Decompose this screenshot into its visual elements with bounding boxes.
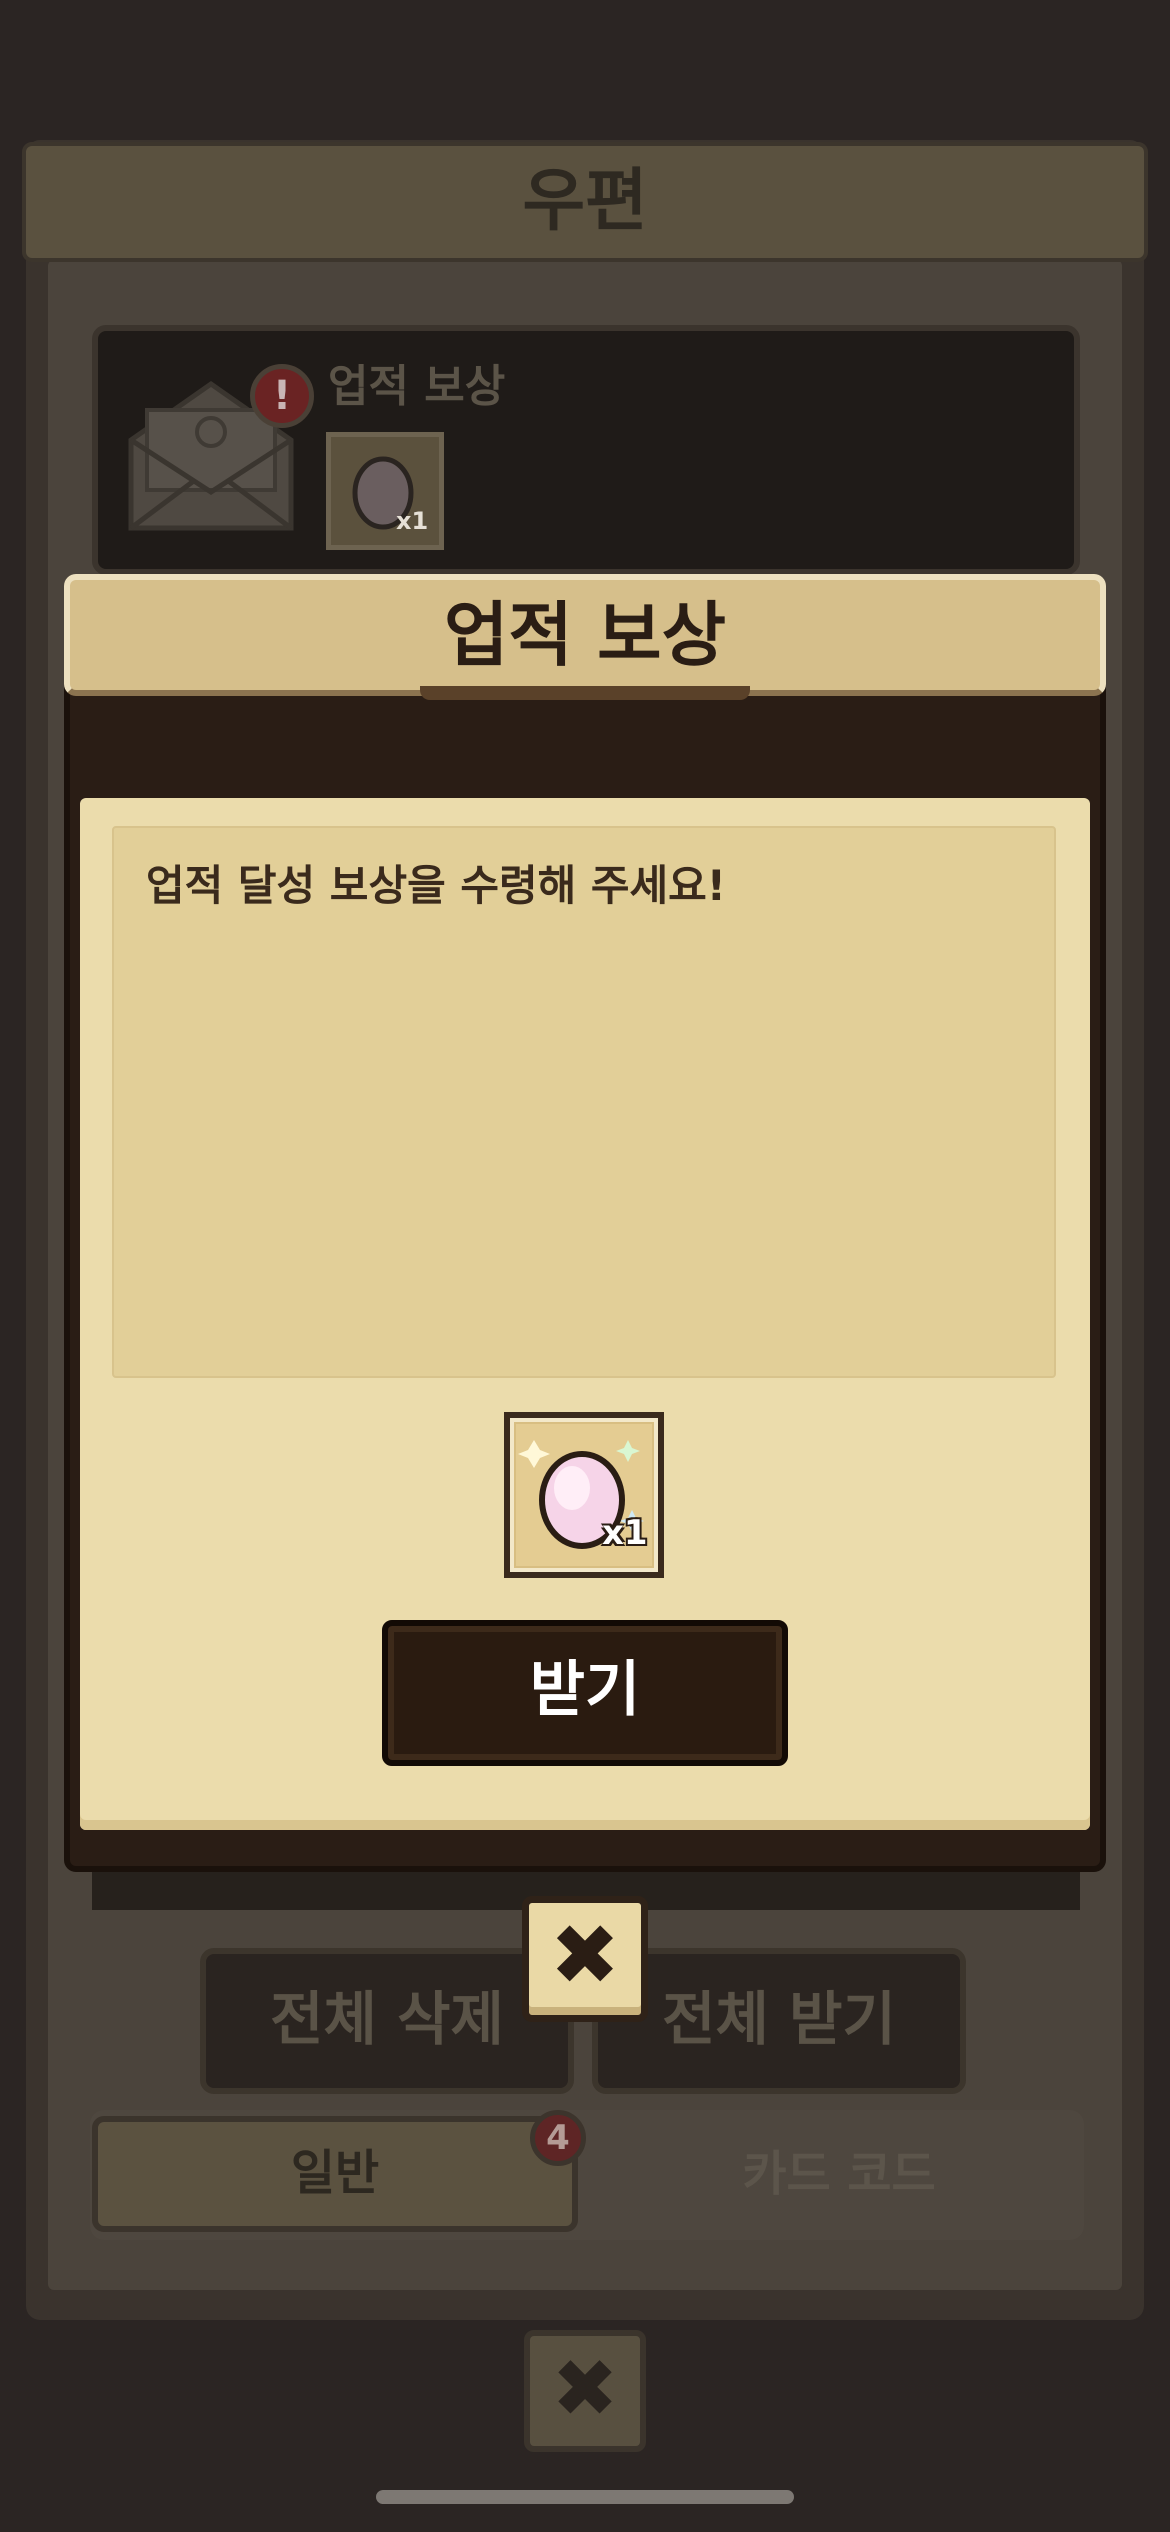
delete-all-button[interactable]: 전체 삭제 [200,1948,574,2094]
mail-reward-count: x1 [396,507,429,535]
modal-message: 업적 달성 보상을 수령해 주세요! [146,861,726,910]
mailbox-title: 우편 [522,162,648,241]
modal-title: 업적 보상 [444,594,726,676]
tab-general[interactable]: 일반 [92,2116,578,2232]
reward-item [504,1412,664,1578]
alert-badge: ! [250,364,314,428]
home-indicator[interactable] [376,2490,794,2504]
tab-general-count-badge: 4 [530,2110,586,2166]
close-icon: ✖ [551,2342,619,2435]
mail-item-title: 업적 보상 [328,361,506,412]
receive-all-button[interactable]: 전체 받기 [592,1948,966,2094]
close-icon[interactable]: ✖ [522,1896,648,2022]
reward-count: x1 [602,1513,648,1553]
tab-card-code[interactable]: 카드 코드 [600,2116,1078,2232]
receive-button-label[interactable]: 받기 [382,1620,788,1766]
